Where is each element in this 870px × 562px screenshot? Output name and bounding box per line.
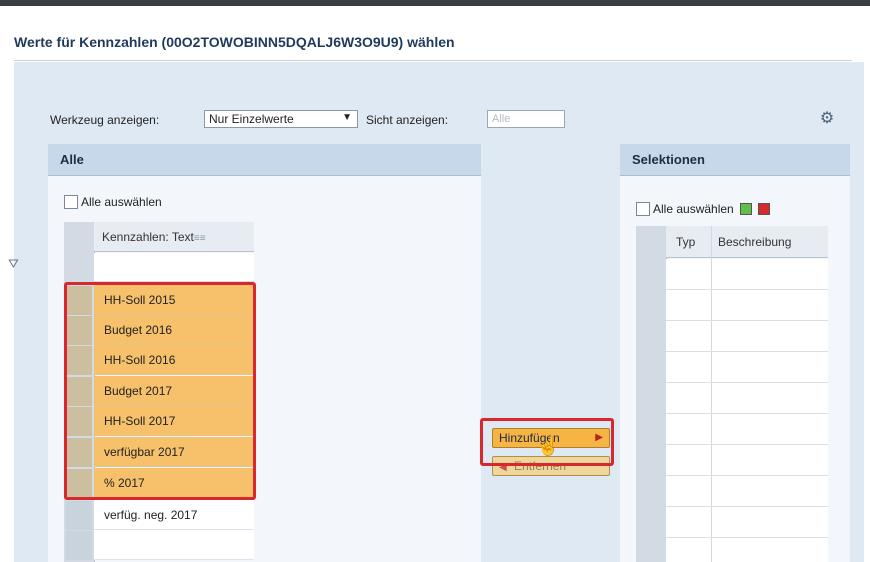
left-select-all[interactable]: Alle auswählen xyxy=(64,195,162,209)
column-header-kennzahlen[interactable]: Kennzahlen: Text≡≡ xyxy=(94,222,254,252)
view-input[interactable]: Alle xyxy=(487,110,565,128)
arrow-right-icon: ▶ xyxy=(595,432,603,443)
row-selector[interactable] xyxy=(66,469,92,498)
row-divider xyxy=(666,506,828,507)
tool-select[interactable]: Nur Einzelwerte ▼ xyxy=(204,110,358,128)
left-panel-header: Alle xyxy=(48,144,481,176)
column-header-description[interactable]: Beschreibung xyxy=(712,226,828,258)
include-icon[interactable] xyxy=(739,203,752,215)
view-label: Sicht anzeigen: xyxy=(366,113,449,127)
hand-cursor-icon: ☝ xyxy=(537,436,560,456)
row-divider xyxy=(666,351,828,352)
list-item[interactable]: Budget 2017 xyxy=(94,376,254,406)
row-divider xyxy=(666,320,828,321)
row-divider xyxy=(666,537,828,538)
settings-icon[interactable]: ⚙ xyxy=(818,110,836,128)
tool-select-value: Nur Einzelwerte xyxy=(209,112,294,126)
row-selector[interactable] xyxy=(66,407,92,436)
right-select-all[interactable]: Alle auswählen xyxy=(636,202,770,216)
list-item[interactable]: Budget 2016 xyxy=(94,315,254,345)
row-selector[interactable] xyxy=(66,501,92,530)
column-divider xyxy=(711,226,712,562)
column-header-type[interactable]: Typ xyxy=(666,226,712,258)
row-divider xyxy=(666,289,828,290)
row-divider xyxy=(666,413,828,414)
row-selector[interactable] xyxy=(66,531,92,560)
remove-button-label: Entfernen xyxy=(514,459,567,473)
grid-row-gutter xyxy=(636,226,667,562)
list-item[interactable]: verfüg. neg. 2017 xyxy=(94,500,254,530)
list-item[interactable]: HH-Soll 2015 xyxy=(94,285,254,315)
list-item[interactable]: verfügbar 2017 xyxy=(94,437,254,467)
window-top-bar xyxy=(0,0,870,6)
title-divider xyxy=(14,60,852,61)
row-selector[interactable] xyxy=(66,346,92,375)
list-item[interactable]: HH-Soll 2016 xyxy=(94,345,254,375)
select-all-checkbox[interactable] xyxy=(64,195,78,209)
tool-label: Werkzeug anzeigen: xyxy=(50,113,160,127)
row-divider xyxy=(666,382,828,383)
selections-body xyxy=(666,259,828,562)
row-selector[interactable] xyxy=(66,438,92,467)
row-selector[interactable] xyxy=(66,316,92,345)
dialog-title: Werte für Kennzahlen (00O2TOWOBINN5DQALJ… xyxy=(14,34,455,50)
right-panel-header: Selektionen xyxy=(620,144,850,176)
filter-icon[interactable]: ⛛ xyxy=(8,256,19,272)
arrow-left-icon: ◀ xyxy=(499,462,507,473)
select-all-label: Alle auswählen xyxy=(653,202,734,216)
filter-row[interactable] xyxy=(94,253,254,282)
row-divider xyxy=(666,444,828,445)
select-all-label: Alle auswählen xyxy=(81,195,162,209)
sort-marker: ≡≡ xyxy=(193,233,206,244)
exclude-icon[interactable] xyxy=(757,203,770,215)
remove-button[interactable]: ◀ Entfernen xyxy=(492,456,610,476)
selections-grid: Typ Beschreibung xyxy=(636,226,828,562)
select-all-checkbox[interactable] xyxy=(636,202,650,216)
list-item-empty[interactable] xyxy=(94,530,254,560)
row-selector[interactable] xyxy=(66,286,92,315)
list-item[interactable]: HH-Soll 2017 xyxy=(94,406,254,436)
column-header-label: Kennzahlen: Text xyxy=(102,230,194,244)
list-item[interactable]: % 2017 xyxy=(94,468,254,498)
chevron-down-icon: ▼ xyxy=(342,112,352,123)
row-selector[interactable] xyxy=(66,377,92,406)
row-divider xyxy=(666,475,828,476)
